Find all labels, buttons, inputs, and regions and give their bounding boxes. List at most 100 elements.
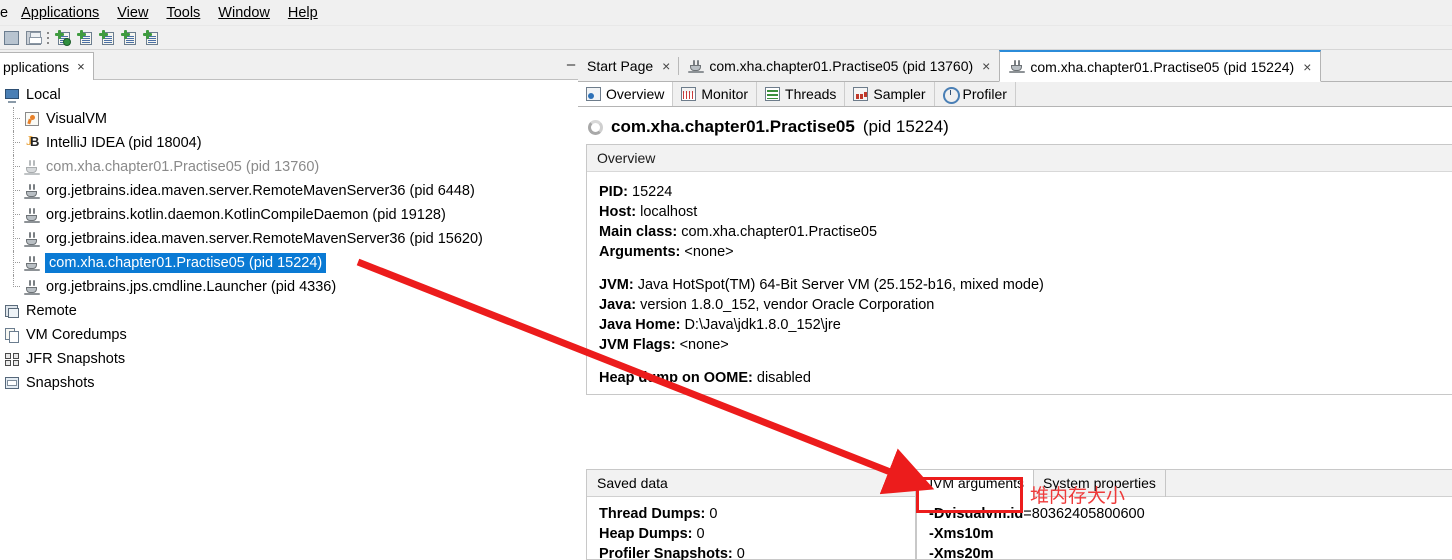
tab-label: System properties bbox=[1043, 475, 1156, 491]
menu-file-label: e bbox=[0, 4, 9, 21]
tree-item-vm-coredumps[interactable]: VM Coredumps bbox=[0, 323, 578, 347]
tree-item-intellij-idea[interactable]: IntelliJ IDEA (pid 18004) bbox=[0, 131, 578, 155]
tree-item-jps-launcher-4336[interactable]: org.jetbrains.jps.cmdline.Launcher (pid … bbox=[0, 275, 578, 299]
java-icon bbox=[24, 231, 41, 248]
menu-help[interactable]: Help bbox=[279, 2, 327, 24]
tab-sampler[interactable]: Sampler bbox=[845, 82, 935, 106]
saved-data-key: Profiler Snapshots: bbox=[599, 546, 733, 560]
tab-start-page[interactable]: Start Page × bbox=[578, 51, 680, 81]
applications-tree: Local VisualVM IntelliJ IDEA (pid 18004)… bbox=[0, 81, 578, 560]
tab-overview[interactable]: Overview bbox=[578, 82, 674, 106]
tree-item-jfr-snapshots[interactable]: JFR Snapshots bbox=[0, 347, 578, 371]
saved-data-row: Thread Dumps: 0 bbox=[599, 504, 903, 524]
tab-label: Sampler bbox=[873, 86, 926, 102]
tab-applications-label: pplications bbox=[3, 58, 70, 75]
menu-tools-label: Tools bbox=[166, 4, 201, 21]
tab-practise05-13760[interactable]: com.xha.chapter01.Practise05 (pid 13760)… bbox=[679, 51, 999, 81]
tree-label: IntelliJ IDEA (pid 18004) bbox=[46, 135, 202, 151]
tree-item-snapshots[interactable]: Snapshots bbox=[0, 371, 578, 395]
overview-section-body: PID: 15224 Host: localhost Main class: c… bbox=[587, 172, 1452, 394]
minimize-button[interactable]: – bbox=[564, 56, 578, 73]
info-row: JVM: Java HotSpot(TM) 64-Bit Server VM (… bbox=[599, 275, 1440, 295]
menu-file[interactable]: e bbox=[0, 2, 12, 24]
jfr-icon bbox=[4, 351, 21, 368]
tree-item-practise05-13760[interactable]: com.xha.chapter01.Practise05 (pid 13760) bbox=[0, 155, 578, 179]
java-icon bbox=[24, 279, 41, 296]
tree-item-remotemavenserver36-6448[interactable]: org.jetbrains.idea.maven.server.RemoteMa… bbox=[0, 179, 578, 203]
tree-label: org.jetbrains.idea.maven.server.RemoteMa… bbox=[46, 183, 475, 199]
tab-label: Threads bbox=[785, 86, 837, 102]
menu-tools[interactable]: Tools bbox=[157, 2, 209, 24]
tree-item-remotemavenserver36-15620[interactable]: org.jetbrains.idea.maven.server.RemoteMa… bbox=[0, 227, 578, 251]
tab-threads[interactable]: Threads bbox=[757, 82, 846, 106]
close-icon[interactable]: × bbox=[889, 475, 915, 491]
open-icon[interactable] bbox=[1, 28, 21, 48]
info-key: Java Home: bbox=[599, 317, 681, 333]
info-row: JVM Flags: <none> bbox=[599, 335, 1440, 355]
tree-item-kotlincompiledaemon-19128[interactable]: org.jetbrains.kotlin.daemon.KotlinCompil… bbox=[0, 203, 578, 227]
info-value: com.xha.chapter01.Practise05 bbox=[681, 224, 878, 240]
jvm-arg-row: -Xms10m bbox=[929, 524, 1440, 544]
saved-data-value: 0 bbox=[709, 506, 718, 522]
tab-applications[interactable]: pplications × bbox=[0, 52, 94, 80]
saved-data-row: Profiler Snapshots: 0 bbox=[599, 544, 903, 560]
menu-view[interactable]: View bbox=[108, 2, 157, 24]
page-title-name: com.xha.chapter01.Practise05 bbox=[611, 117, 855, 136]
add-snapshot-icon[interactable] bbox=[140, 28, 160, 48]
menu-window[interactable]: Window bbox=[209, 2, 279, 24]
info-key: Arguments: bbox=[599, 244, 681, 260]
coredumps-icon bbox=[4, 327, 21, 344]
info-row: Heap dump on OOME: disabled bbox=[599, 368, 1440, 388]
jvm-arg-key: -Xms20m bbox=[929, 546, 994, 560]
tab-practise05-15224[interactable]: com.xha.chapter01.Practise05 (pid 15224)… bbox=[999, 50, 1322, 82]
tree-label: Snapshots bbox=[26, 375, 95, 391]
bottom-panels: Saved data × Thread Dumps: 0 Heap Dumps:… bbox=[586, 469, 1452, 560]
menu-applications[interactable]: Applications bbox=[12, 2, 108, 24]
tree-item-local[interactable]: Local bbox=[0, 83, 578, 107]
tab-label: com.xha.chapter01.Practise05 (pid 15224) bbox=[1030, 58, 1295, 75]
close-icon[interactable]: × bbox=[1303, 59, 1311, 75]
close-icon[interactable]: × bbox=[662, 58, 670, 74]
close-icon[interactable]: × bbox=[982, 58, 990, 74]
tree-item-visualvm[interactable]: VisualVM bbox=[0, 107, 578, 131]
overview-section-header: Overview bbox=[587, 145, 1452, 172]
add-vm-coredump-icon[interactable] bbox=[118, 28, 138, 48]
visualvm-icon bbox=[24, 111, 41, 128]
java-icon bbox=[24, 207, 41, 224]
tab-system-properties[interactable]: System properties bbox=[1034, 469, 1166, 497]
info-value: disabled bbox=[756, 370, 811, 386]
profiler-icon bbox=[942, 87, 960, 104]
remote-icon bbox=[4, 303, 21, 320]
saved-data-panel: Saved data × Thread Dumps: 0 Heap Dumps:… bbox=[586, 469, 916, 560]
info-key: JVM: bbox=[599, 277, 634, 293]
monitor-chart-icon bbox=[681, 87, 697, 101]
add-remote-host-icon[interactable] bbox=[96, 28, 116, 48]
document-tabbar: Start Page × com.xha.chapter01.Practise0… bbox=[578, 50, 1452, 82]
saved-data-key: Thread Dumps: bbox=[599, 506, 706, 522]
tree-label: org.jetbrains.idea.maven.server.RemoteMa… bbox=[46, 231, 483, 247]
java-icon bbox=[24, 159, 41, 176]
add-jmx-icon[interactable] bbox=[74, 28, 94, 48]
close-icon[interactable]: × bbox=[77, 59, 85, 74]
visualvm-window: e Applications View Tools Window Help pp bbox=[0, 0, 1452, 560]
info-value: D:\Java\jdk1.8.0_152\jre bbox=[684, 317, 841, 333]
save-icon[interactable] bbox=[23, 28, 43, 48]
sampler-icon bbox=[853, 87, 869, 101]
tab-label: Profiler bbox=[962, 86, 1007, 102]
tree-item-remote[interactable]: Remote bbox=[0, 299, 578, 323]
info-value: version 1.8.0_152, vendor Oracle Corpora… bbox=[640, 297, 935, 313]
tab-label: Start Page bbox=[587, 58, 654, 74]
tab-monitor[interactable]: Monitor bbox=[673, 82, 758, 106]
tree-label: JFR Snapshots bbox=[26, 351, 126, 367]
tree-item-practise05-15224[interactable]: com.xha.chapter01.Practise05 (pid 15224) bbox=[0, 251, 578, 275]
tab-label: JVM arguments bbox=[926, 475, 1025, 491]
tab-jvm-arguments[interactable]: JVM arguments bbox=[917, 469, 1035, 497]
info-row: PID: 15224 bbox=[599, 182, 1440, 202]
info-value: localhost bbox=[640, 204, 698, 220]
info-row: Main class: com.xha.chapter01.Practise05 bbox=[599, 222, 1440, 242]
overview-icon bbox=[586, 87, 601, 101]
tree-label: com.xha.chapter01.Practise05 (pid 13760) bbox=[46, 159, 320, 175]
menu-window-label: Window bbox=[218, 4, 270, 21]
tab-profiler[interactable]: Profiler bbox=[935, 82, 1016, 106]
add-jmx-connection-icon[interactable] bbox=[52, 28, 72, 48]
